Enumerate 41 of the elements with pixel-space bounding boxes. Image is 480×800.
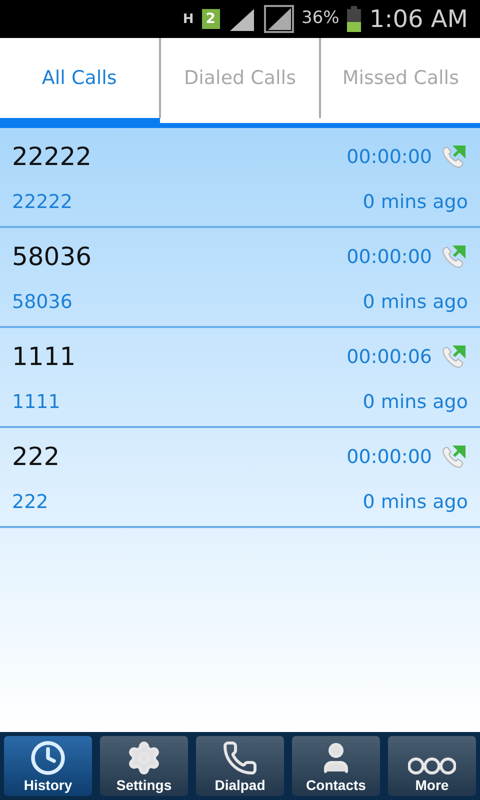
phone-number: 22222 <box>12 190 72 214</box>
nav-button[interactable]: More <box>388 736 476 796</box>
call-row[interactable]: 1111 00:00:06 1111 0 mins ago <box>0 328 480 428</box>
signal-icon <box>228 7 256 31</box>
signal-icon <box>264 5 294 33</box>
caller-name: 222 <box>12 441 61 473</box>
caller-name: 1111 <box>12 341 77 373</box>
caller-name: 58036 <box>12 241 93 273</box>
call-duration: 00:00:00 <box>346 444 432 470</box>
call-time: 0 mins ago <box>362 490 468 514</box>
outgoing-call-icon <box>440 144 468 170</box>
call-duration: 00:00:00 <box>346 244 432 270</box>
outgoing-call-icon <box>440 244 468 270</box>
nav-button[interactable]: Contacts <box>292 736 380 796</box>
call-row[interactable]: 22222 00:00:00 22222 0 mins ago <box>0 128 480 228</box>
call-row[interactable]: 222 00:00:00 222 0 mins ago <box>0 428 480 528</box>
phone-icon <box>222 740 258 776</box>
phone-number: 58036 <box>12 290 72 314</box>
call-duration: 00:00:00 <box>346 144 432 170</box>
caller-name: 22222 <box>12 141 93 173</box>
nav-button[interactable]: Dialpad <box>196 736 284 796</box>
tab[interactable]: All Calls <box>0 38 159 118</box>
battery-icon <box>347 6 362 32</box>
sim-badge: 2 <box>202 9 220 29</box>
call-duration: 00:00:06 <box>346 344 432 370</box>
settings-icon <box>126 740 162 776</box>
call-time: 0 mins ago <box>362 290 468 314</box>
more-icon <box>408 756 456 776</box>
call-time: 0 mins ago <box>362 390 468 414</box>
call-time: 0 mins ago <box>362 190 468 214</box>
nav-button[interactable]: History <box>4 736 92 796</box>
clock-icon <box>30 740 66 776</box>
clock-time: 1:06 AM <box>369 4 468 35</box>
network-type: H <box>182 12 194 26</box>
call-row[interactable]: 58036 00:00:00 58036 0 mins ago <box>0 228 480 328</box>
outgoing-call-icon <box>440 344 468 370</box>
nav-button[interactable]: Settings <box>100 736 188 796</box>
outgoing-call-icon <box>440 444 468 470</box>
battery-percent: 36% <box>302 7 340 30</box>
phone-number: 1111 <box>12 390 60 414</box>
phone-number: 222 <box>12 490 48 514</box>
